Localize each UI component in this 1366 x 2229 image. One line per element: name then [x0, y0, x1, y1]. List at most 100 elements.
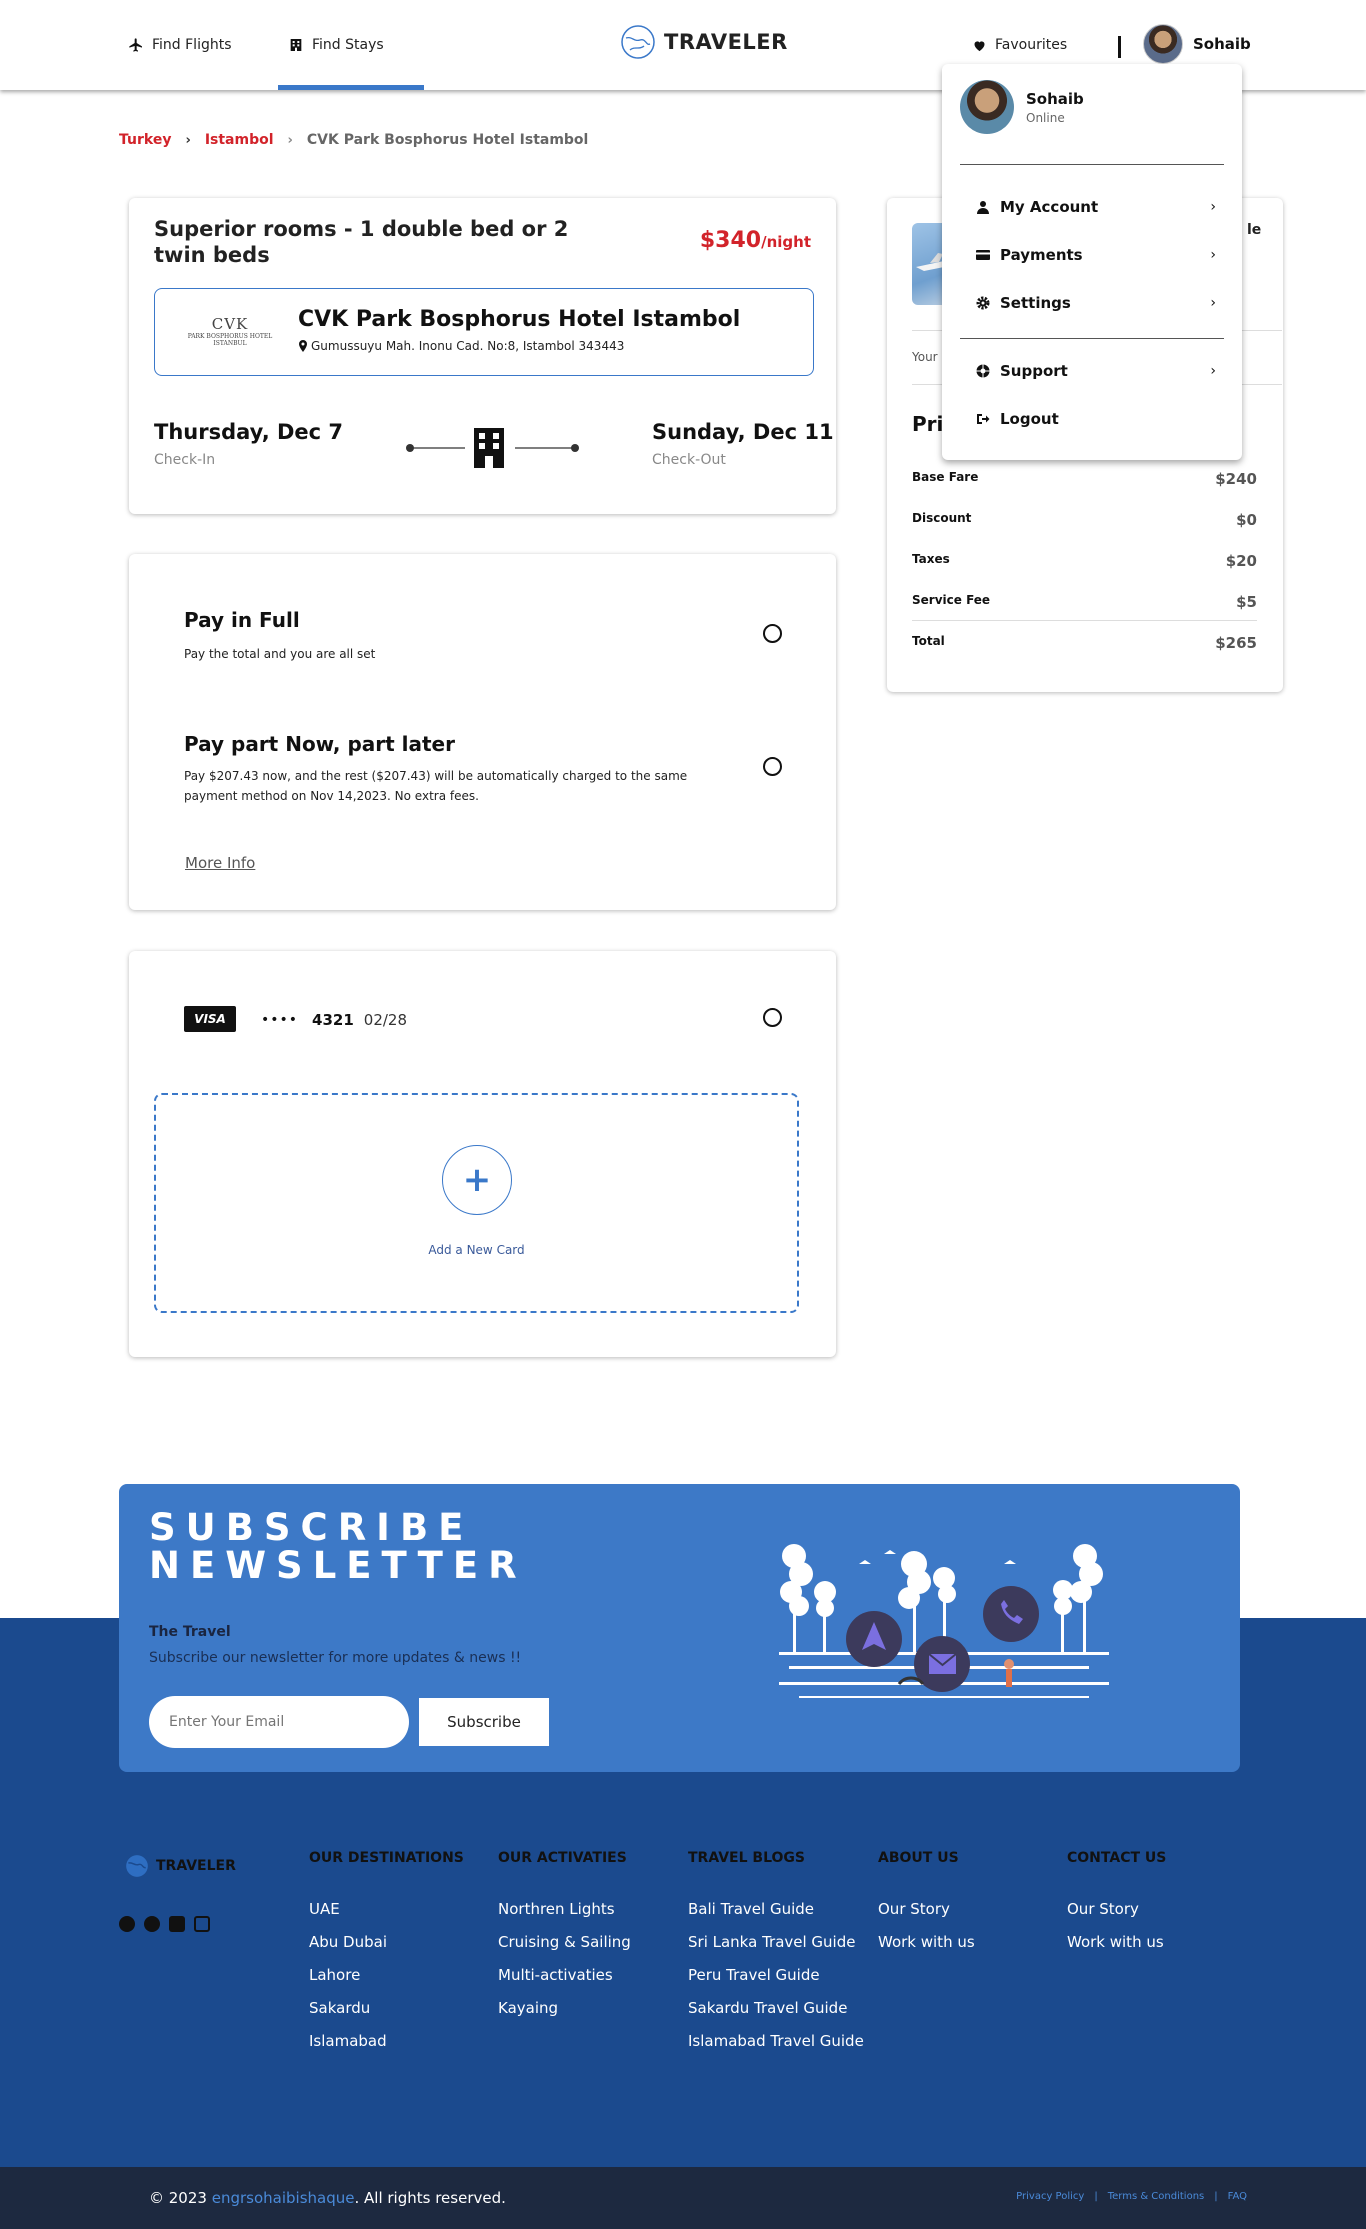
breadcrumb-country[interactable]: Turkey	[119, 132, 171, 148]
menu-item-settings[interactable]: Settings ›	[976, 294, 1216, 312]
hotel-address-text: Gumussuyu Mah. Inonu Cad. No:8, Istambol…	[311, 339, 625, 353]
menu-item-label: Payments	[1000, 246, 1083, 264]
checkin-block: Thursday, Dec 7 Check-In	[154, 420, 343, 468]
subscribe-button[interactable]: Subscribe	[419, 1698, 549, 1746]
pay-part-title[interactable]: Pay part Now, part later	[184, 732, 455, 756]
facebook-icon[interactable]	[119, 1916, 135, 1932]
footer-column-about: ABOUT US Our Story Work with us	[878, 1850, 975, 1966]
saved-card-radio[interactable]	[763, 1008, 782, 1027]
saved-card[interactable]: •••• 4321 02/28	[261, 1011, 407, 1029]
menu-item-label: Logout	[1000, 410, 1059, 428]
newsletter-email-input[interactable]	[149, 1696, 409, 1748]
privacy-policy-link[interactable]: Privacy Policy	[1016, 2191, 1084, 2202]
pay-part-radio[interactable]	[763, 757, 782, 776]
footer-link[interactable]: Sakardu	[309, 1999, 464, 2017]
copyright-author-link[interactable]: engrsohaibishaque	[212, 2189, 355, 2207]
footer-link[interactable]: Work with us	[878, 1933, 975, 1951]
summary-amount: $240	[1215, 470, 1257, 488]
globe-logo-icon	[126, 1855, 148, 1877]
summary-your-text: Your	[912, 350, 938, 364]
dropdown-user: Sohaib Online	[960, 80, 1084, 134]
footer-link[interactable]: Our Story	[1067, 1900, 1166, 1918]
user-menu-trigger[interactable]: Sohaib	[1143, 24, 1251, 64]
card-mask: ••••	[261, 1012, 299, 1028]
footer-link[interactable]: Sri Lanka Travel Guide	[688, 1933, 864, 1951]
youtube-icon[interactable]	[169, 1916, 185, 1932]
checkout-label: Check-Out	[652, 452, 726, 468]
copyright-suffix: . All rights reserved.	[354, 2189, 506, 2207]
plus-icon: +	[442, 1145, 512, 1215]
footer-heading: OUR DESTINATIONS	[309, 1850, 464, 1866]
instagram-icon[interactable]	[194, 1916, 210, 1932]
more-info-link[interactable]: More Info	[185, 854, 255, 872]
add-card-button[interactable]: + Add a New Card	[154, 1093, 799, 1313]
pay-full-radio[interactable]	[763, 624, 782, 643]
newsletter-section: SUBSCRIBE NEWSLETTER The Travel Subscrib…	[119, 1484, 1240, 1772]
credit-card-icon	[976, 250, 990, 260]
footer-link[interactable]: Cruising & Sailing	[498, 1933, 631, 1951]
user-dropdown-menu: Sohaib Online My Account › Payments › Se…	[942, 64, 1242, 460]
hotel-logo: CVK PARK BOSPHORUS HOTEL ISTANBUL	[180, 315, 280, 347]
footer-link[interactable]: Lahore	[309, 1966, 464, 1984]
summary-row-total: Total $265	[912, 634, 1257, 652]
chevron-right-icon: ›	[1210, 199, 1216, 215]
menu-item-logout[interactable]: Logout	[976, 410, 1216, 428]
summary-divider	[912, 620, 1257, 621]
hotel-logo-big: CVK	[211, 315, 249, 333]
newsletter-title: SUBSCRIBE NEWSLETTER	[149, 1509, 527, 1585]
footer-link[interactable]: Peru Travel Guide	[688, 1966, 864, 1984]
faq-link[interactable]: FAQ	[1228, 2191, 1247, 2202]
bottom-bar: © 2023 engrsohaibishaque. All rights res…	[0, 2167, 1366, 2229]
footer-link[interactable]: Kayaing	[498, 1999, 631, 2017]
footer-heading: OUR ACTIVATIES	[498, 1850, 627, 1866]
copyright: © 2023 engrsohaibishaque. All rights res…	[149, 2189, 506, 2207]
menu-item-support[interactable]: Support ›	[976, 362, 1216, 380]
price-details-title: Pri	[912, 412, 944, 436]
social-links	[119, 1916, 210, 1932]
footer-logo[interactable]: TRAVELER	[124, 1853, 236, 1879]
checkout-block: Sunday, Dec 11 Check-Out	[652, 420, 834, 468]
location-pin-icon	[299, 340, 307, 352]
footer-link[interactable]: Abu Dubai	[309, 1933, 464, 1951]
terms-link[interactable]: Terms & Conditions	[1108, 2191, 1205, 2202]
footer-link[interactable]: Islamabad	[309, 2032, 464, 2050]
breadcrumb-city[interactable]: Istambol	[205, 132, 274, 148]
footer-link[interactable]: Bali Travel Guide	[688, 1900, 864, 1918]
footer-column-destinations: OUR DESTINATIONS UAE Abu Dubai Lahore Sa…	[309, 1850, 464, 2065]
newsletter-description: Subscribe our newsletter for more update…	[149, 1650, 522, 1666]
pay-full-title[interactable]: Pay in Full	[184, 608, 300, 632]
footer-column-contact: CONTACT US Our Story Work with us	[1067, 1850, 1166, 1966]
favourites-label: Favourites	[995, 37, 1068, 53]
heart-icon	[974, 40, 985, 51]
summary-row-service-fee: Service Fee $5	[912, 593, 1257, 611]
header-divider	[1118, 36, 1121, 58]
summary-label: Base Fare	[912, 470, 979, 484]
footer-link[interactable]: Islamabad Travel Guide	[688, 2032, 864, 2050]
add-card-label: Add a New Card	[428, 1243, 525, 1257]
nav-find-flights[interactable]: Find Flights	[128, 0, 232, 90]
checkin-label: Check-In	[154, 452, 216, 468]
summary-label: Taxes	[912, 552, 950, 566]
user-name: Sohaib	[1193, 35, 1251, 53]
menu-item-my-account[interactable]: My Account ›	[976, 198, 1216, 216]
traveler-logo[interactable]: TRAVELER	[620, 24, 788, 60]
avatar	[960, 80, 1014, 134]
footer-link[interactable]: UAE	[309, 1900, 464, 1918]
dropdown-user-status: Online	[1026, 110, 1065, 125]
footer-link[interactable]: Our Story	[878, 1900, 975, 1918]
gear-icon	[976, 296, 990, 310]
nav-find-stays-label: Find Stays	[312, 37, 384, 53]
hotel-name: CVK Park Bosphorus Hotel Istambol	[298, 307, 741, 332]
menu-item-payments[interactable]: Payments ›	[976, 246, 1216, 264]
nav-find-stays[interactable]: Find Stays	[288, 0, 384, 90]
footer-link[interactable]: Northren Lights	[498, 1900, 631, 1918]
chevron-right-icon: ›	[1210, 295, 1216, 311]
footer-link[interactable]: Work with us	[1067, 1933, 1166, 1951]
card-last4: 4321	[312, 1011, 354, 1029]
footer-column-activities: OUR ACTIVATIES Northren Lights Cruising …	[498, 1850, 631, 2032]
footer-link[interactable]: Sakardu Travel Guide	[688, 1999, 864, 2017]
hotel-logo-small: PARK BOSPHORUS HOTEL	[187, 333, 273, 340]
pay-part-desc: Pay $207.43 now, and the rest ($207.43) …	[184, 769, 688, 803]
footer-link[interactable]: Multi-activaties	[498, 1966, 631, 1984]
twitter-icon[interactable]	[144, 1916, 160, 1932]
